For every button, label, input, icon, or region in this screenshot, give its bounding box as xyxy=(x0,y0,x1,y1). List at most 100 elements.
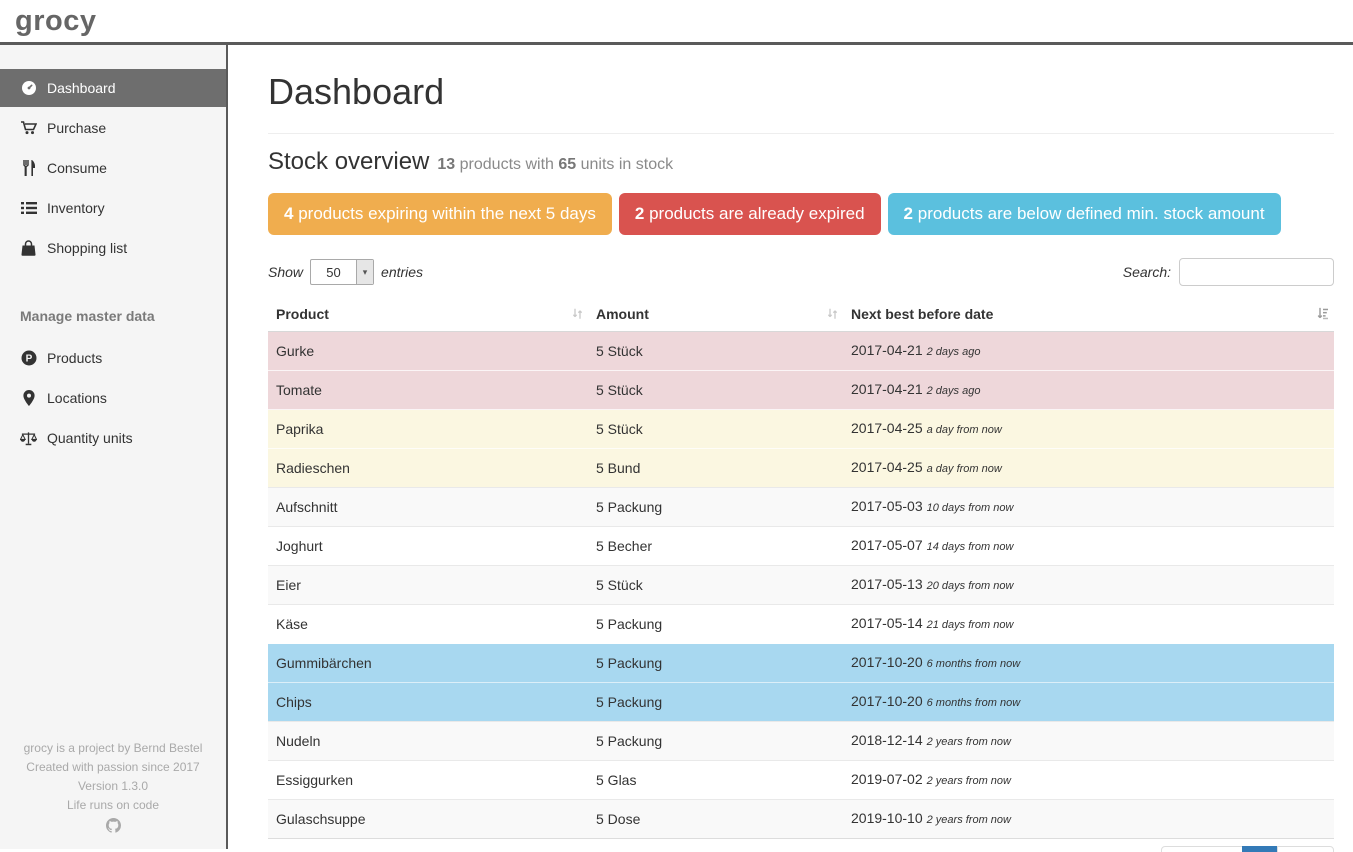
sidebar: Dashboard Purchase Consume Inventory xyxy=(0,45,228,849)
table-row[interactable]: Käse 5 Packung 2017-05-1421 days from no… xyxy=(268,605,1334,644)
sort-icon xyxy=(573,306,582,322)
search-control: Search: xyxy=(1123,258,1334,286)
sidebar-item-label: Products xyxy=(47,350,102,366)
footer-line: Created with passion since 2017 xyxy=(0,758,226,777)
table-row[interactable]: Chips 5 Packung 2017-10-206 months from … xyxy=(268,683,1334,722)
top-bar: grocy xyxy=(0,0,1353,45)
product-cell: Radieschen xyxy=(268,449,588,488)
best-before-cell: 2017-10-206 months from now xyxy=(843,683,1334,722)
best-before-cell: 2017-05-0310 days from now xyxy=(843,488,1334,527)
table-row[interactable]: Nudeln 5 Packung 2018-12-142 years from … xyxy=(268,722,1334,761)
table-row[interactable]: Gulaschsuppe 5 Dose 2019-10-102 years fr… xyxy=(268,800,1334,839)
amount-cell: 5 Packung xyxy=(588,683,843,722)
table-row[interactable]: Tomate 5 Stück 2017-04-212 days ago xyxy=(268,371,1334,410)
table-row[interactable]: Joghurt 5 Becher 2017-05-0714 days from … xyxy=(268,527,1334,566)
footer-line: Version 1.3.0 xyxy=(0,777,226,796)
pagination-next-button[interactable]: Next xyxy=(1277,846,1334,852)
product-cell: Paprika xyxy=(268,410,588,449)
product-cell: Essiggurken xyxy=(268,761,588,800)
pagination-previous-button[interactable]: Previous xyxy=(1161,846,1243,852)
product-cell: Joghurt xyxy=(268,527,588,566)
product-cell: Eier xyxy=(268,566,588,605)
badge-expiring-products[interactable]: 4 products expiring within the next 5 da… xyxy=(268,193,612,235)
show-label: Show xyxy=(268,264,303,280)
shopping-bag-icon xyxy=(20,240,37,256)
shopping-cart-icon xyxy=(20,120,37,136)
sidebar-item-label: Dashboard xyxy=(47,80,116,96)
best-before-cell: 2017-10-206 months from now xyxy=(843,644,1334,683)
pagination: Previous 1 Next xyxy=(1161,846,1334,852)
best-before-cell: 2017-04-25a day from now xyxy=(843,410,1334,449)
best-before-cell: 2017-05-1421 days from now xyxy=(843,605,1334,644)
amount-cell: 5 Packung xyxy=(588,605,843,644)
page-title: Dashboard xyxy=(268,71,1334,113)
column-header-amount[interactable]: Amount xyxy=(588,300,843,332)
product-cell: Tomate xyxy=(268,371,588,410)
amount-cell: 5 Dose xyxy=(588,800,843,839)
sidebar-item-consume[interactable]: Consume xyxy=(0,149,226,187)
product-cell: Aufschnitt xyxy=(268,488,588,527)
entries-label: entries xyxy=(381,264,423,280)
stock-overview-subtitle: 13 products with 65 units in stock xyxy=(437,156,673,174)
table-row[interactable]: Essiggurken 5 Glas 2019-07-022 years fro… xyxy=(268,761,1334,800)
column-header-next-best-before-date[interactable]: Next best before date xyxy=(843,300,1334,332)
sidebar-item-label: Shopping list xyxy=(47,240,127,256)
sidebar-item-locations[interactable]: Locations xyxy=(0,379,226,417)
main-content: Dashboard Stock overview 13 products wit… xyxy=(228,45,1353,849)
best-before-cell: 2019-10-102 years from now xyxy=(843,800,1334,839)
page-length-select[interactable]: 50 ▾ xyxy=(310,259,374,285)
sidebar-item-dashboard[interactable]: Dashboard xyxy=(0,69,226,107)
product-icon: P xyxy=(20,350,37,366)
page-length-control: Show 50 ▾ entries xyxy=(268,259,423,285)
amount-cell: 5 Stück xyxy=(588,371,843,410)
table-row[interactable]: Radieschen 5 Bund 2017-04-25a day from n… xyxy=(268,449,1334,488)
sidebar-item-shopping-list[interactable]: Shopping list xyxy=(0,229,226,267)
list-icon xyxy=(20,200,37,216)
stock-overview-title: Stock overview xyxy=(268,148,429,176)
sidebar-item-products[interactable]: P Products xyxy=(0,339,226,377)
best-before-cell: 2018-12-142 years from now xyxy=(843,722,1334,761)
amount-cell: 5 Packung xyxy=(588,488,843,527)
github-icon[interactable] xyxy=(106,818,121,839)
badge-below-min-stock[interactable]: 2 products are below defined min. stock … xyxy=(888,193,1281,235)
amount-cell: 5 Stück xyxy=(588,410,843,449)
badge-expired-products[interactable]: 2 products are already expired xyxy=(619,193,881,235)
table-row[interactable]: Eier 5 Stück 2017-05-1320 days from now xyxy=(268,566,1334,605)
footer-line: Life runs on code xyxy=(0,796,226,815)
column-header-product[interactable]: Product xyxy=(268,300,588,332)
product-cell: Käse xyxy=(268,605,588,644)
sidebar-item-inventory[interactable]: Inventory xyxy=(0,189,226,227)
footer-line: grocy is a project by Bernd Bestel xyxy=(0,739,226,758)
table-row[interactable]: Gurke 5 Stück 2017-04-212 days ago xyxy=(268,332,1334,371)
product-cell: Gurke xyxy=(268,332,588,371)
search-label: Search: xyxy=(1123,264,1171,280)
title-divider xyxy=(268,133,1334,134)
best-before-cell: 2017-04-212 days ago xyxy=(843,332,1334,371)
pagination-page-1-button[interactable]: 1 xyxy=(1242,846,1278,852)
amount-cell: 5 Stück xyxy=(588,332,843,371)
amount-cell: 5 Packung xyxy=(588,722,843,761)
cutlery-icon xyxy=(20,160,37,176)
dashboard-icon xyxy=(20,80,37,96)
app-logo[interactable]: grocy xyxy=(15,5,96,38)
sidebar-item-label: Purchase xyxy=(47,120,106,136)
product-cell: Chips xyxy=(268,683,588,722)
sort-icon xyxy=(828,306,837,322)
amount-cell: 5 Becher xyxy=(588,527,843,566)
chevron-down-icon: ▾ xyxy=(356,260,373,284)
sidebar-item-quantity-units[interactable]: Quantity units xyxy=(0,419,226,457)
table-row[interactable]: Gummibärchen 5 Packung 2017-10-206 month… xyxy=(268,644,1334,683)
best-before-cell: 2017-04-25a day from now xyxy=(843,449,1334,488)
best-before-cell: 2017-05-0714 days from now xyxy=(843,527,1334,566)
search-input[interactable] xyxy=(1179,258,1334,286)
sort-amount-asc-icon xyxy=(1317,306,1328,322)
table-row[interactable]: Paprika 5 Stück 2017-04-25a day from now xyxy=(268,410,1334,449)
map-marker-icon xyxy=(20,390,37,406)
table-row[interactable]: Aufschnitt 5 Packung 2017-05-0310 days f… xyxy=(268,488,1334,527)
amount-cell: 5 Glas xyxy=(588,761,843,800)
best-before-cell: 2017-05-1320 days from now xyxy=(843,566,1334,605)
product-cell: Gummibärchen xyxy=(268,644,588,683)
amount-cell: 5 Packung xyxy=(588,644,843,683)
sidebar-item-label: Inventory xyxy=(47,200,105,216)
sidebar-item-purchase[interactable]: Purchase xyxy=(0,109,226,147)
